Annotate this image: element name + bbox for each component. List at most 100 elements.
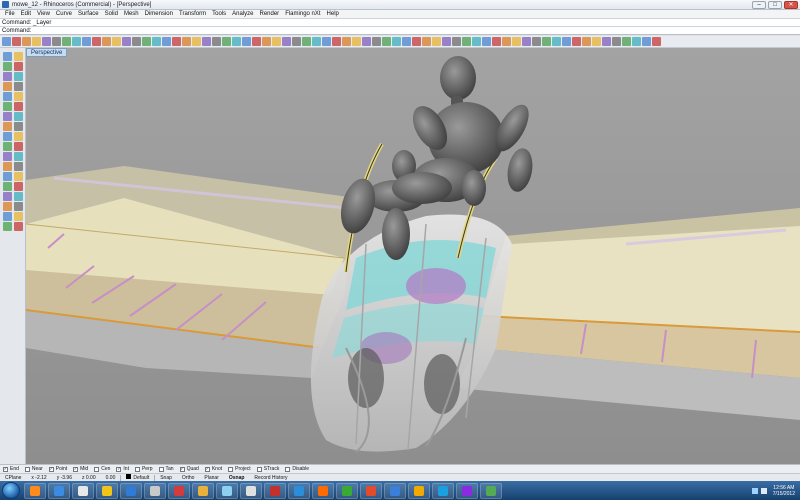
taskbar-app-button[interactable] [432, 482, 454, 499]
toolbar-command-icon[interactable] [372, 37, 381, 46]
menu-curve[interactable]: Curve [53, 11, 75, 17]
toolbar-command-icon[interactable] [2, 37, 11, 46]
menu-flamingo[interactable]: Flamingo nXt [282, 11, 323, 17]
status-layer[interactable]: Default [121, 474, 154, 481]
menu-view[interactable]: View [34, 11, 53, 17]
osnap-int[interactable]: ✓ Int [116, 466, 129, 472]
menu-file[interactable]: File [2, 11, 18, 17]
tool-palette-icon[interactable] [3, 182, 12, 191]
tool-palette-icon[interactable] [3, 72, 12, 81]
toolbar-command-icon[interactable] [92, 37, 101, 46]
toolbar-command-icon[interactable] [322, 37, 331, 46]
tool-palette-icon[interactable] [14, 142, 23, 151]
network-icon[interactable] [751, 487, 758, 494]
tool-palette-icon[interactable] [3, 202, 12, 211]
taskbar-app-button[interactable] [24, 482, 46, 499]
tool-palette-icon[interactable] [14, 82, 23, 91]
toolbar-command-icon[interactable] [522, 37, 531, 46]
tool-palette-icon[interactable] [3, 152, 12, 161]
minimize-button[interactable]: – [752, 1, 766, 9]
tool-palette-icon[interactable] [3, 212, 12, 221]
toolbar-command-icon[interactable] [102, 37, 111, 46]
tool-palette-icon[interactable] [14, 92, 23, 101]
tool-palette-icon[interactable] [14, 102, 23, 111]
osnap-checkbox[interactable]: ✓ [179, 466, 185, 472]
osnap-checkbox[interactable]: ✓ [3, 466, 8, 472]
toolbar-command-icon[interactable] [242, 37, 251, 46]
taskbar-app-button[interactable] [192, 482, 214, 499]
toolbar-command-icon[interactable] [442, 37, 451, 46]
tool-palette-icon[interactable] [3, 162, 12, 171]
toolbar-command-icon[interactable] [472, 37, 481, 46]
tool-palette-icon[interactable] [14, 182, 23, 191]
taskbar-app-button[interactable] [360, 482, 382, 499]
tool-palette-icon[interactable] [3, 82, 12, 91]
taskbar-app-button[interactable] [288, 482, 310, 499]
menu-transform[interactable]: Transform [176, 11, 209, 17]
taskbar-app-button[interactable] [96, 482, 118, 499]
toolbar-command-icon[interactable] [282, 37, 291, 46]
tool-palette-icon[interactable] [3, 62, 12, 71]
osnap-checkbox[interactable] [256, 466, 262, 472]
menu-edit[interactable]: Edit [18, 11, 34, 17]
toolbar-command-icon[interactable] [52, 37, 61, 46]
toolbar-command-icon[interactable] [22, 37, 31, 46]
toolbar-command-icon[interactable] [422, 37, 431, 46]
close-button[interactable]: ✕ [784, 1, 798, 9]
toolbar-command-icon[interactable] [302, 37, 311, 46]
tool-palette-icon[interactable] [14, 192, 23, 201]
toolbar-command-icon[interactable] [592, 37, 601, 46]
osnap-cen[interactable]: Cen [94, 466, 110, 472]
tool-palette-icon[interactable] [14, 72, 23, 81]
menu-solid[interactable]: Solid [102, 11, 121, 17]
toolbar-command-icon[interactable] [202, 37, 211, 46]
toolbar-command-icon[interactable] [172, 37, 181, 46]
toolbar-command-icon[interactable] [402, 37, 411, 46]
toolbar-command-icon[interactable] [312, 37, 321, 46]
taskbar-app-button[interactable] [168, 482, 190, 499]
osnap-tan[interactable]: Tan [158, 466, 174, 472]
tool-palette-icon[interactable] [14, 112, 23, 121]
osnap-checkbox[interactable]: ✓ [73, 466, 79, 472]
tool-palette-icon[interactable] [14, 202, 23, 211]
toolbar-command-icon[interactable] [112, 37, 121, 46]
tool-palette-icon[interactable] [3, 112, 12, 121]
toolbar-command-icon[interactable] [12, 37, 21, 46]
osnap-checkbox[interactable]: ✓ [204, 466, 210, 472]
toolbar-command-icon[interactable] [392, 37, 401, 46]
toolbar-command-icon[interactable] [142, 37, 151, 46]
toolbar-command-icon[interactable] [152, 37, 161, 46]
toolbar-command-icon[interactable] [512, 37, 521, 46]
toolbar-command-icon[interactable] [562, 37, 571, 46]
taskbar-app-button[interactable] [264, 482, 286, 499]
toolbar-command-icon[interactable] [132, 37, 141, 46]
toolbar-command-icon[interactable] [292, 37, 301, 46]
toggle-snap[interactable]: Snap [155, 475, 177, 481]
toolbar-command-icon[interactable] [602, 37, 611, 46]
toolbar-command-icon[interactable] [332, 37, 341, 46]
menu-analyze[interactable]: Analyze [229, 11, 256, 17]
tool-palette-icon[interactable] [14, 172, 23, 181]
osnap-strack[interactable]: STrack [256, 466, 279, 472]
toolbar-command-icon[interactable] [532, 37, 541, 46]
toolbar-command-icon[interactable] [222, 37, 231, 46]
menu-mesh[interactable]: Mesh [121, 11, 142, 17]
osnap-checkbox[interactable] [285, 466, 291, 472]
osnap-checkbox[interactable]: ✓ [48, 466, 54, 472]
toolbar-command-icon[interactable] [252, 37, 261, 46]
taskbar-app-button[interactable] [408, 482, 430, 499]
taskbar-app-button[interactable] [480, 482, 502, 499]
toolbar-command-icon[interactable] [412, 37, 421, 46]
maximize-button[interactable]: □ [768, 1, 782, 9]
menu-surface[interactable]: Surface [75, 11, 102, 17]
toggle-osnap[interactable]: Osnap [224, 475, 250, 481]
taskbar-app-button[interactable] [144, 482, 166, 499]
osnap-disable[interactable]: Disable [285, 466, 309, 472]
taskbar-app-button[interactable] [216, 482, 238, 499]
start-button[interactable] [2, 482, 20, 499]
viewport-tab-perspective[interactable]: Perspective [26, 48, 68, 57]
tool-palette-icon[interactable] [3, 142, 12, 151]
osnap-checkbox[interactable] [94, 466, 100, 472]
toolbar-command-icon[interactable] [72, 37, 81, 46]
menu-dimension[interactable]: Dimension [142, 11, 176, 17]
